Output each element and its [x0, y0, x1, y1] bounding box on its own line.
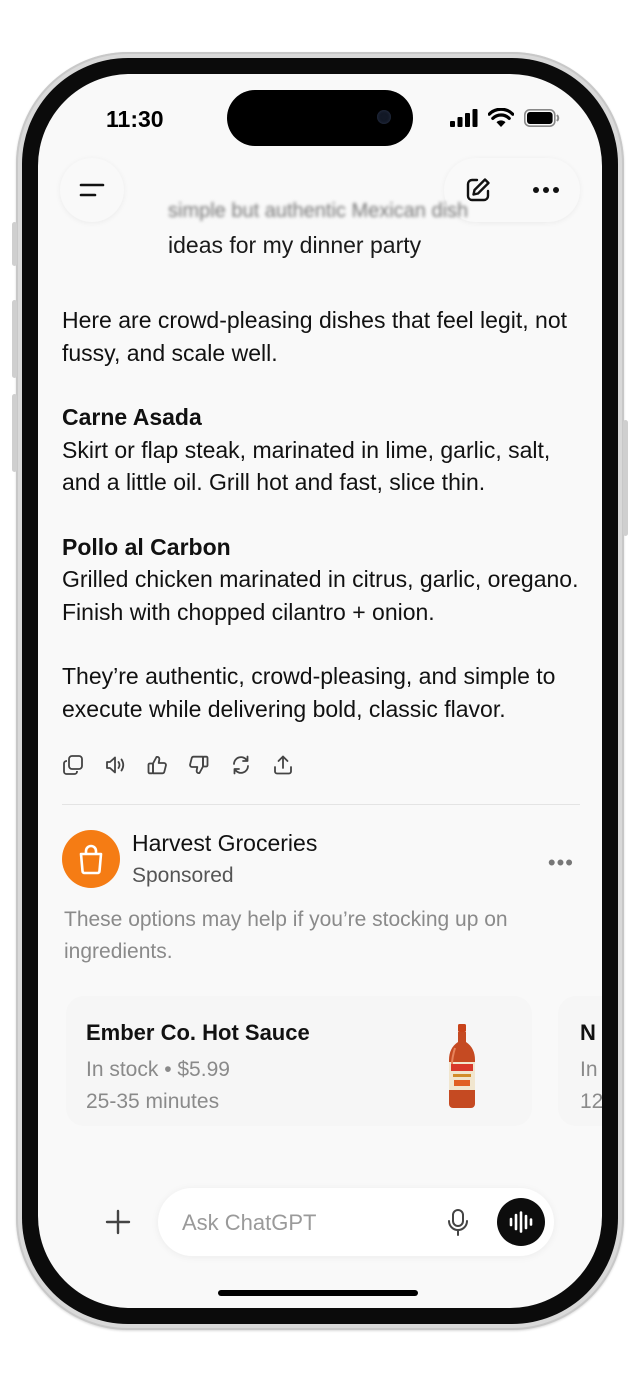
message-actions: [62, 754, 294, 776]
assistant-response: Here are crowd-pleasing dishes that feel…: [62, 304, 582, 725]
sponsored-label: Sponsored: [132, 864, 234, 887]
composer: [158, 1188, 554, 1256]
camera-icon: [377, 110, 391, 124]
plus-icon: [105, 1209, 131, 1235]
add-attachment-button[interactable]: [94, 1198, 142, 1246]
shopping-bag-icon: [79, 844, 103, 875]
response-closing: They’re authentic, crowd-pleasing, and s…: [62, 663, 556, 722]
status-icons: [450, 108, 560, 127]
battery-icon: [524, 108, 560, 127]
action-button: [12, 222, 17, 266]
more-options-icon[interactable]: [532, 186, 560, 194]
thumbs-down-icon[interactable]: [188, 754, 210, 776]
menu-icon: [79, 183, 105, 197]
volume-up-button: [12, 300, 17, 378]
dynamic-island: [227, 90, 413, 146]
chat-input[interactable]: [180, 1202, 434, 1244]
home-indicator[interactable]: [218, 1290, 418, 1296]
cellular-signal-icon: [450, 108, 478, 127]
product-card[interactable]: Ember Co. Hot Sauce In stock • $5.99 25-…: [66, 996, 532, 1126]
volume-down-button: [12, 394, 17, 472]
dish-heading: Carne Asada: [62, 404, 202, 430]
menu-button[interactable]: [60, 158, 124, 222]
product-stock-price: In: [580, 1058, 598, 1081]
status-time: 11:30: [106, 106, 164, 132]
product-name: Ember Co. Hot Sauce: [86, 1020, 310, 1045]
share-icon[interactable]: [272, 754, 294, 776]
product-delivery-time: 25-35 minutes: [86, 1090, 220, 1113]
dish-heading: Pollo al Carbon: [62, 533, 231, 560]
side-button: [623, 420, 628, 536]
wifi-icon: [488, 108, 514, 127]
read-aloud-icon[interactable]: [104, 754, 126, 776]
dish-description: Grilled chicken marinated in citrus, gar…: [62, 566, 579, 625]
copy-icon[interactable]: [62, 754, 84, 776]
user-message-line-2: ideas for my dinner party: [168, 232, 422, 258]
new-chat-icon[interactable]: [464, 176, 492, 204]
advertiser-name[interactable]: Harvest Groceries: [132, 830, 317, 857]
product-card[interactable]: N In 12: [558, 996, 602, 1126]
hot-sauce-bottle-image: [449, 1024, 475, 1108]
divider: [62, 804, 580, 805]
thumbs-up-icon[interactable]: [146, 754, 168, 776]
voice-waveform-icon: [509, 1211, 533, 1233]
product-stock-price: In stock • $5.99: [86, 1058, 230, 1081]
regenerate-icon[interactable]: [230, 754, 252, 776]
user-message-line-1: simple but authentic Mexican dish: [168, 200, 469, 222]
microphone-icon[interactable]: [446, 1208, 470, 1238]
screen: 11:30 simple but authentic Mexican dish …: [38, 74, 602, 1308]
dish-description: Skirt or flap steak, marinated in lime, …: [62, 436, 551, 496]
advertiser-logo[interactable]: [62, 830, 120, 888]
ad-more-options-button[interactable]: •••: [548, 850, 574, 876]
product-delivery-time: 12: [580, 1090, 602, 1113]
voice-mode-button[interactable]: [497, 1198, 545, 1246]
ad-description: These options may help if you’re stockin…: [64, 908, 508, 963]
response-intro: Here are crowd-pleasing dishes that feel…: [62, 307, 568, 366]
product-name: N: [580, 1020, 596, 1045]
